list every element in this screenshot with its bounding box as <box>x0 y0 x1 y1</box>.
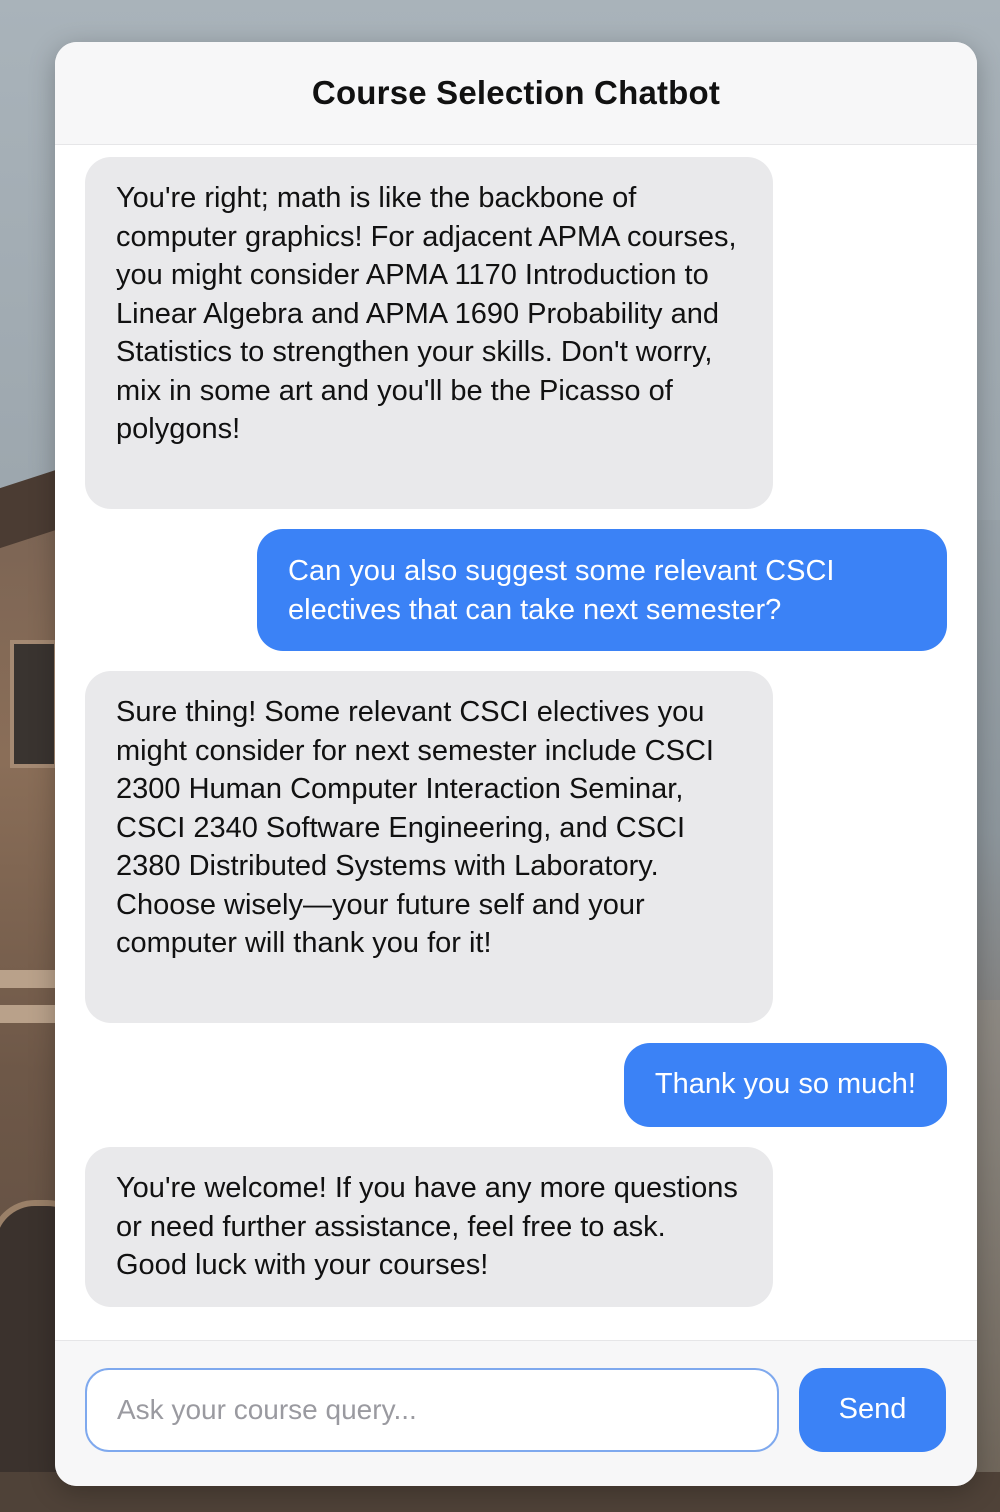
chat-title: Course Selection Chatbot <box>311 74 721 111</box>
message-list[interactable]: You're right; math is like the backbone … <box>55 145 977 1340</box>
bot-message: Sure thing! Some relevant CSCI electives… <box>85 671 773 1023</box>
user-message: Can you also suggest some relevant CSCI … <box>257 529 947 651</box>
user-message: Thank you so much! <box>623 1043 947 1127</box>
bot-message: You're welcome! If you have any more que… <box>85 1147 773 1307</box>
building-window <box>10 640 58 768</box>
chat-header: Course Selection Chatbot <box>55 42 977 145</box>
send-button[interactable]: Send <box>799 1367 946 1452</box>
message-composer: Send <box>55 1340 977 1486</box>
course-query-input[interactable] <box>85 1367 779 1452</box>
bot-message: You're right; math is like the backbone … <box>85 157 773 509</box>
chat-window: Course Selection Chatbot You're right; m… <box>55 42 977 1486</box>
